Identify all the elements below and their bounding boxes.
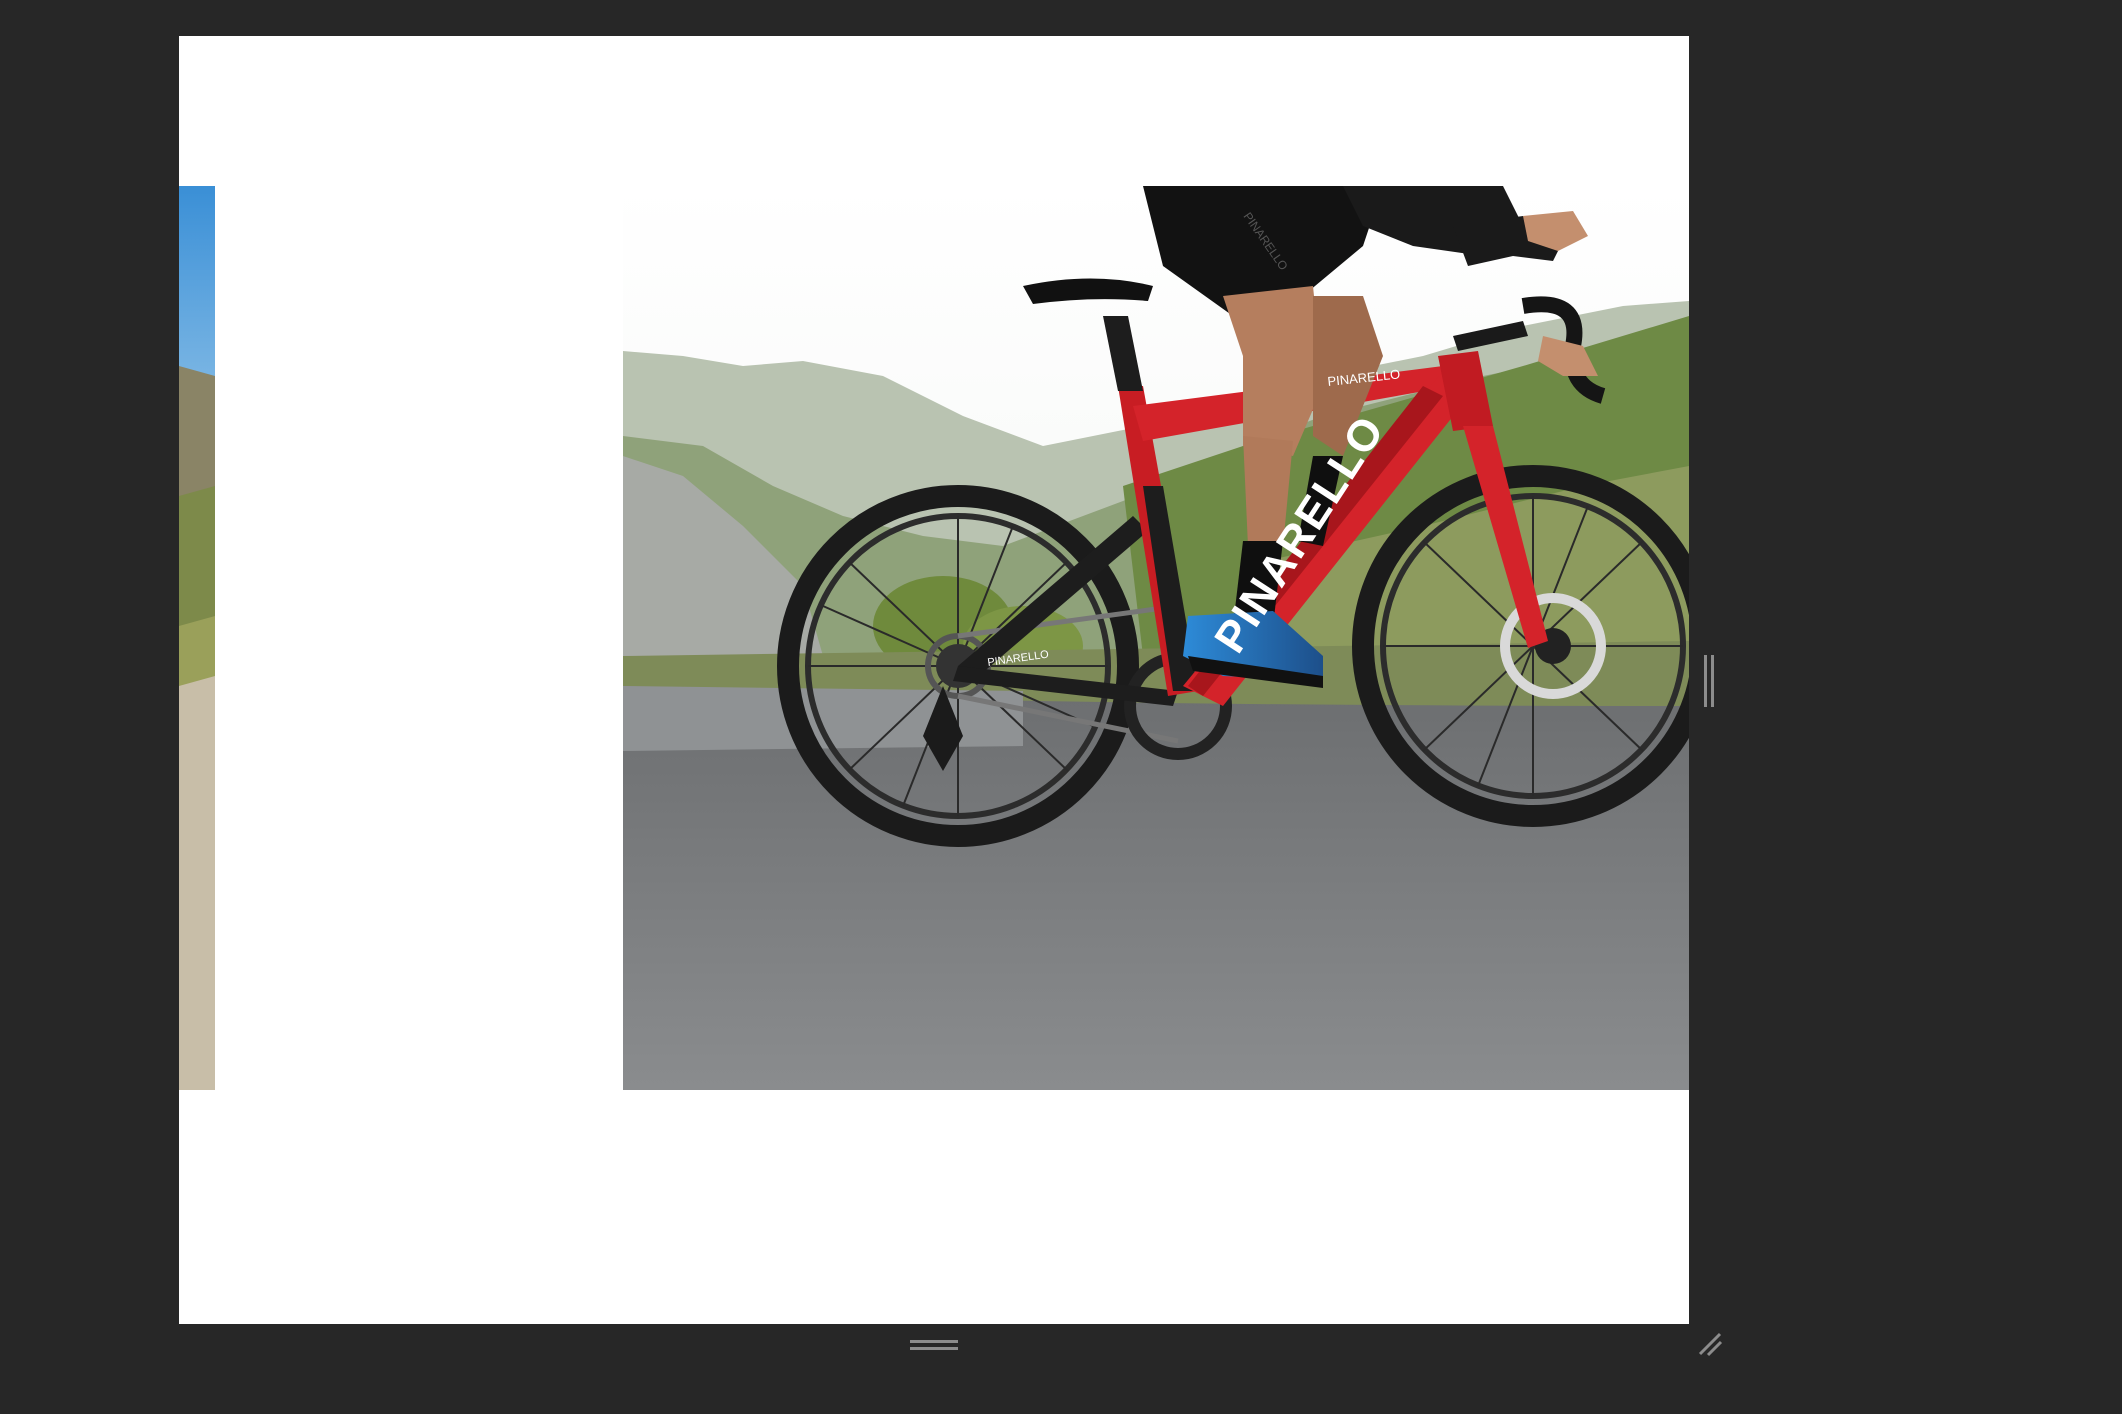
image-canvas: PINARELLO PINARELLO PINARELLO PINARELLO [179,36,1689,1324]
resize-bar-icon [910,1340,958,1343]
right-resize-handle[interactable] [1702,655,1716,707]
bottom-resize-handle[interactable] [906,1338,962,1354]
resize-corner-icon [1698,1332,1723,1357]
resize-bar-icon [1704,655,1707,707]
landscape-photo-icon [179,186,215,1090]
image-viewer: PINARELLO PINARELLO PINARELLO PINARELLO [0,0,2122,1414]
corner-resize-handle[interactable] [1696,1330,1724,1358]
previous-slide-image[interactable] [179,186,215,1090]
cyclist-photo-icon: PINARELLO PINARELLO PINARELLO PINARELLO [623,186,1689,1090]
current-slide-image[interactable]: PINARELLO PINARELLO PINARELLO PINARELLO [623,186,1689,1090]
resize-bar-icon [910,1347,958,1350]
resize-bar-icon [1711,655,1714,707]
